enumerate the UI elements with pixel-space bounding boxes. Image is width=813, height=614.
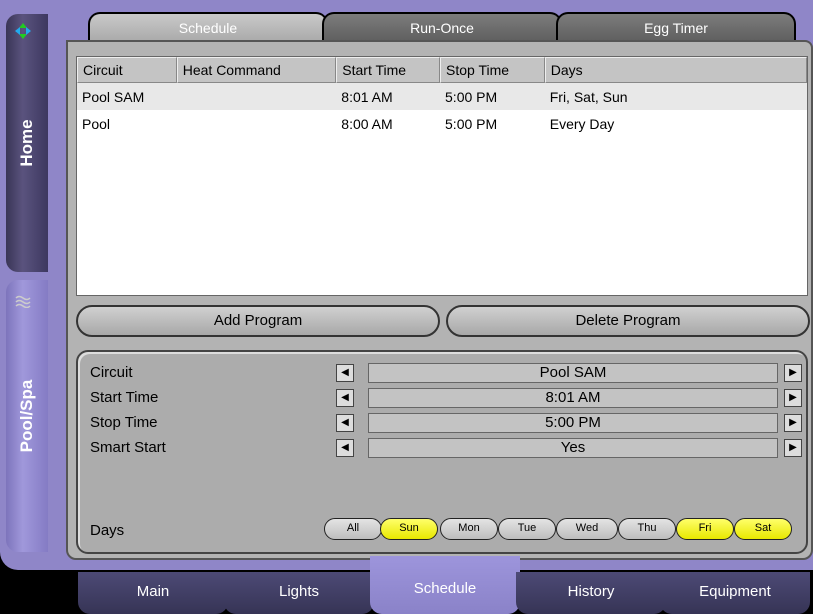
day-wed-button[interactable]: Wed	[556, 518, 618, 540]
cell-days: Fri, Sat, Sun	[549, 88, 628, 105]
col-heat-command[interactable]: Heat Command	[176, 57, 337, 83]
col-circuit[interactable]: Circuit	[77, 57, 177, 83]
setting-row-circuit: Circuit ◀ Pool SAM ▶	[90, 362, 802, 384]
circuit-next-button[interactable]: ▶	[784, 364, 802, 382]
schedule-table: Circuit Heat Command Start Time Stop Tim…	[76, 56, 808, 296]
pool-icon	[15, 295, 31, 308]
program-settings-panel: Circuit ◀ Pool SAM ▶ Start Time ◀ 8:01 A…	[76, 350, 808, 554]
smart-start-label: Smart Start	[90, 439, 166, 456]
start-time-next-button[interactable]: ▶	[784, 389, 802, 407]
table-header: Circuit Heat Command Start Time Stop Tim…	[77, 57, 807, 83]
setting-row-stop-time: Stop Time ◀ 5:00 PM ▶	[90, 412, 802, 434]
start-time-value: 8:01 AM	[368, 388, 778, 408]
tab-schedule[interactable]: Schedule	[88, 12, 328, 42]
setting-row-start-time: Start Time ◀ 8:01 AM ▶	[90, 387, 802, 409]
nav-schedule[interactable]: Schedule	[370, 556, 520, 614]
day-thu-button[interactable]: Thu	[618, 518, 676, 540]
delete-program-button[interactable]: Delete Program	[446, 305, 810, 337]
stop-time-prev-button[interactable]: ◀	[336, 414, 354, 432]
col-stop-time[interactable]: Stop Time	[440, 57, 545, 83]
day-mon-button[interactable]: Mon	[440, 518, 498, 540]
tab-run-once[interactable]: Run-Once	[322, 12, 562, 42]
table-row[interactable]: Pool 8:00 AM 5:00 PM Every Day	[77, 110, 807, 137]
days-label: Days	[90, 522, 125, 539]
cell-circuit: Pool	[82, 115, 111, 132]
cell-stop: 5:00 PM	[445, 115, 498, 132]
nav-lights[interactable]: Lights	[224, 572, 374, 614]
smart-start-prev-button[interactable]: ◀	[336, 439, 354, 457]
bottom-nav: Main Lights Schedule History Equipment	[30, 556, 813, 614]
cell-days: Every Day	[549, 115, 615, 132]
side-tab-home-label: Home	[17, 119, 36, 167]
circuit-value: Pool SAM	[368, 363, 778, 383]
add-program-button[interactable]: Add Program	[76, 305, 440, 337]
green-arrows-icon	[15, 23, 31, 39]
nav-equipment[interactable]: Equipment	[660, 572, 810, 614]
start-time-label: Start Time	[90, 389, 159, 406]
stop-time-next-button[interactable]: ▶	[784, 414, 802, 432]
day-all-button[interactable]: All	[324, 518, 382, 540]
day-sat-button[interactable]: Sat	[734, 518, 792, 540]
smart-start-value: Yes	[368, 438, 778, 458]
day-sun-button[interactable]: Sun	[380, 518, 438, 540]
day-fri-button[interactable]: Fri	[676, 518, 734, 540]
cell-stop: 5:00 PM	[445, 88, 498, 105]
col-start-time[interactable]: Start Time	[336, 57, 441, 83]
col-days[interactable]: Days	[544, 57, 807, 83]
circuit-prev-button[interactable]: ◀	[336, 364, 354, 382]
table-row[interactable]: Pool SAM 8:01 AM 5:00 PM Fri, Sat, Sun	[77, 83, 807, 110]
day-tue-button[interactable]: Tue	[498, 518, 556, 540]
smart-start-next-button[interactable]: ▶	[784, 439, 802, 457]
side-tab-pool-spa[interactable]: Pool/Spa	[6, 280, 48, 552]
side-tab-pool-spa-label: Pool/Spa	[17, 379, 36, 453]
side-tab-home[interactable]: Home	[6, 14, 48, 272]
nav-main[interactable]: Main	[78, 572, 228, 614]
cell-start: 8:01 AM	[341, 88, 393, 105]
stop-time-value: 5:00 PM	[368, 413, 778, 433]
nav-history[interactable]: History	[516, 572, 666, 614]
tab-egg-timer[interactable]: Egg Timer	[556, 12, 796, 42]
cell-start: 8:00 AM	[341, 115, 393, 132]
cell-circuit: Pool SAM	[82, 88, 145, 105]
stop-time-label: Stop Time	[90, 414, 158, 431]
setting-row-smart-start: Smart Start ◀ Yes ▶	[90, 437, 802, 459]
circuit-label: Circuit	[90, 364, 133, 381]
start-time-prev-button[interactable]: ◀	[336, 389, 354, 407]
